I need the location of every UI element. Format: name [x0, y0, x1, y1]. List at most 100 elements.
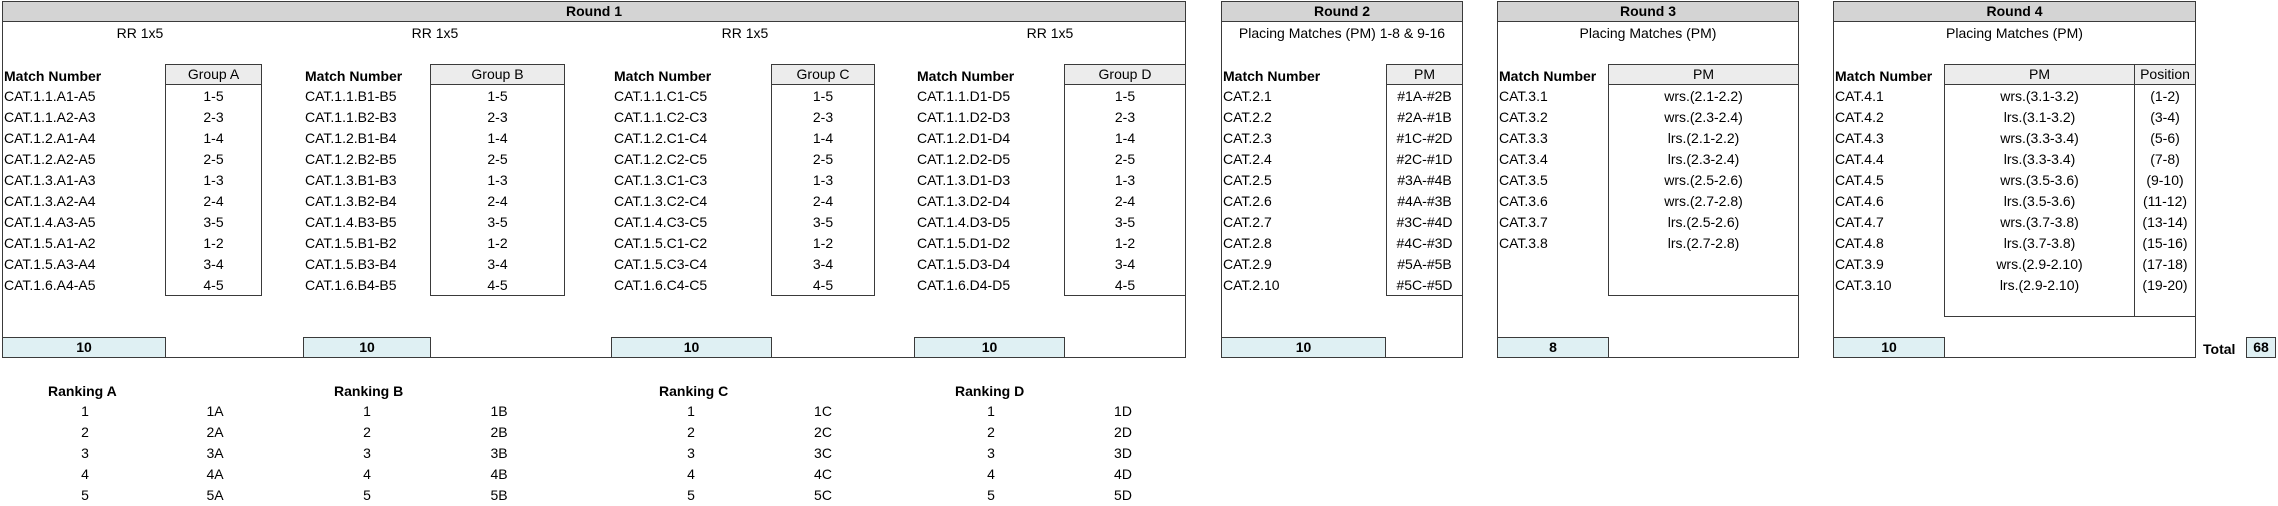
rank-number: 1 — [81, 403, 89, 419]
pm-cell: #1A-#2B — [1397, 88, 1452, 104]
rank-code: 1B — [490, 403, 508, 419]
match-number: CAT.1.4.B3-B5 — [305, 214, 397, 230]
match-number: CAT.4.4 — [1835, 151, 1884, 167]
match-number: CAT.2.4 — [1223, 151, 1272, 167]
match-number: CAT.1.1.D1-D5 — [917, 88, 1011, 104]
match-number: CAT.1.4.D3-D5 — [917, 214, 1011, 230]
pair-cell: 3-5 — [812, 214, 834, 230]
round2-subtitle: Placing Matches (PM) 1-8 & 9-16 — [1238, 25, 1446, 41]
round4-total: 10 — [1833, 337, 1945, 358]
ranking-d-codes: 1D 2D 3D 4D 5D — [1108, 401, 1138, 506]
rank-number: 4 — [81, 466, 89, 482]
match-number: CAT.2.8 — [1223, 235, 1272, 251]
match-number: CAT.1.5.C3-C4 — [614, 256, 708, 272]
rank-number: 4 — [363, 466, 371, 482]
match-number: CAT.3.10 — [1835, 277, 1892, 293]
group-b-match-list: CAT.1.1.B1-B5 CAT.1.1.B2-B3 CAT.1.2.B1-B… — [305, 86, 425, 296]
rank-number: 1 — [363, 403, 371, 419]
match-number: CAT.1.3.C2-C4 — [614, 193, 708, 209]
pair-cell: 1-4 — [203, 130, 224, 146]
round2-total: 10 — [1221, 337, 1386, 358]
match-number: CAT.2.9 — [1223, 256, 1272, 272]
round4-pm-list: wrs.(3.1-3.2) lrs.(3.1-3.2) wrs.(3.3-3.4… — [1944, 86, 2135, 296]
grand-total-value: 68 — [2246, 337, 2276, 358]
pm-cell: lrs.(3.3-3.4) — [2003, 151, 2076, 167]
pm-cell: #2C-#1D — [1396, 151, 1453, 167]
rank-number: 3 — [987, 445, 995, 461]
ranking-c-positions: 1 2 3 4 5 — [676, 401, 706, 506]
pm-cell: wrs.(3.7-3.8) — [2000, 214, 2079, 230]
pair-cell: 1-2 — [203, 235, 224, 251]
match-number: CAT.4.1 — [1835, 88, 1884, 104]
round3-pm-header: PM — [1608, 64, 1799, 85]
rank-code: 4D — [1114, 466, 1132, 482]
match-number: CAT.1.2.D2-D5 — [917, 151, 1011, 167]
ranking-b-codes: 1B 2B 3B 4B 5B — [484, 401, 514, 506]
group-a-match-header: Match Number — [4, 68, 102, 84]
pm-cell: #1C-#2D — [1396, 130, 1453, 146]
ranking-d-positions: 1 2 3 4 5 — [976, 401, 1006, 506]
group-c-match-header: Match Number — [614, 68, 712, 84]
position-cell: (11-12) — [2142, 193, 2188, 209]
match-number: CAT.1.4.C3-C5 — [614, 214, 708, 230]
pair-cell: 2-4 — [812, 193, 834, 209]
match-number: CAT.3.7 — [1499, 214, 1548, 230]
pm-cell: wrs.(2.3-2.4) — [1664, 109, 1743, 125]
pair-cell: 2-5 — [203, 151, 224, 167]
pair-cell: 3-4 — [487, 256, 508, 272]
match-number: CAT.1.6.C4-C5 — [614, 277, 708, 293]
round3-total: 8 — [1497, 337, 1609, 358]
pair-cell: 2-5 — [1114, 151, 1136, 167]
pair-cell: 2-3 — [1114, 109, 1136, 125]
match-number: CAT.1.5.C1-C2 — [614, 235, 708, 251]
ranking-c-title: Ranking C — [659, 383, 729, 399]
rank-number: 2 — [363, 424, 371, 440]
group-c-total: 10 — [611, 337, 772, 358]
group-a-pair-list: 1-5 2-3 1-4 2-5 1-3 2-4 3-5 1-2 3-4 4-5 — [165, 86, 262, 296]
group-c-pair-list: 1-5 2-3 1-4 2-5 1-3 2-4 3-5 1-2 3-4 4-5 — [771, 86, 875, 296]
position-cell: (5-6) — [2150, 130, 2180, 146]
pair-cell: 2-4 — [203, 193, 224, 209]
match-number: CAT.3.8 — [1499, 235, 1548, 251]
pair-cell: 4-5 — [203, 277, 224, 293]
pair-cell: 1-4 — [487, 130, 508, 146]
pm-cell: lrs.(3.5-3.6) — [2003, 193, 2076, 209]
match-number: CAT.1.3.C1-C3 — [614, 172, 708, 188]
group-a-total: 10 — [2, 337, 166, 358]
match-number: CAT.2.5 — [1223, 172, 1272, 188]
group-b-total: 10 — [303, 337, 431, 358]
round4-subtitle: Placing Matches (PM) — [1946, 25, 2083, 41]
pair-cell: 2-4 — [1114, 193, 1136, 209]
pm-cell: lrs.(3.7-3.8) — [2003, 235, 2076, 251]
pair-cell: 1-4 — [812, 130, 834, 146]
group-d-match-list: CAT.1.1.D1-D5 CAT.1.1.D2-D3 CAT.1.2.D1-D… — [917, 86, 1057, 296]
rank-code: 1A — [206, 403, 224, 419]
group-d-total: 10 — [914, 337, 1065, 358]
pair-cell: 1-5 — [1114, 88, 1136, 104]
group-d-header: Group D — [1064, 64, 1186, 85]
round2-match-header: Match Number — [1223, 68, 1321, 84]
pm-cell: wrs.(2.5-2.6) — [1664, 172, 1743, 188]
match-number: CAT.3.3 — [1499, 130, 1548, 146]
pair-cell: 1-2 — [487, 235, 508, 251]
pm-cell: wrs.(3.5-3.6) — [2000, 172, 2079, 188]
match-number: CAT.1.6.A4-A5 — [4, 277, 96, 293]
rank-number: 2 — [987, 424, 995, 440]
pair-cell: 1-2 — [1114, 235, 1136, 251]
round3-pm-list: wrs.(2.1-2.2) wrs.(2.3-2.4) lrs.(2.1-2.2… — [1608, 86, 1799, 254]
position-cell: (15-16) — [2142, 235, 2188, 251]
round3-subtitle: Placing Matches (PM) — [1579, 25, 1717, 41]
ranking-b-positions: 1 2 3 4 5 — [352, 401, 382, 506]
rank-code: 5B — [490, 487, 508, 503]
grand-total-label: Total — [2203, 341, 2236, 357]
round3-match-list: CAT.3.1 CAT.3.2 CAT.3.3 CAT.3.4 CAT.3.5 … — [1499, 86, 1604, 254]
pair-cell: 1-2 — [812, 235, 834, 251]
match-number: CAT.3.9 — [1835, 256, 1884, 272]
rank-number: 5 — [363, 487, 371, 503]
pm-cell: #5C-#5D — [1396, 277, 1453, 293]
position-cell: (19-20) — [2142, 277, 2188, 293]
pair-cell: 2-3 — [812, 109, 834, 125]
match-number: CAT.1.5.B3-B4 — [305, 256, 397, 272]
rank-code: 5D — [1114, 487, 1132, 503]
match-number: CAT.3.1 — [1499, 88, 1548, 104]
